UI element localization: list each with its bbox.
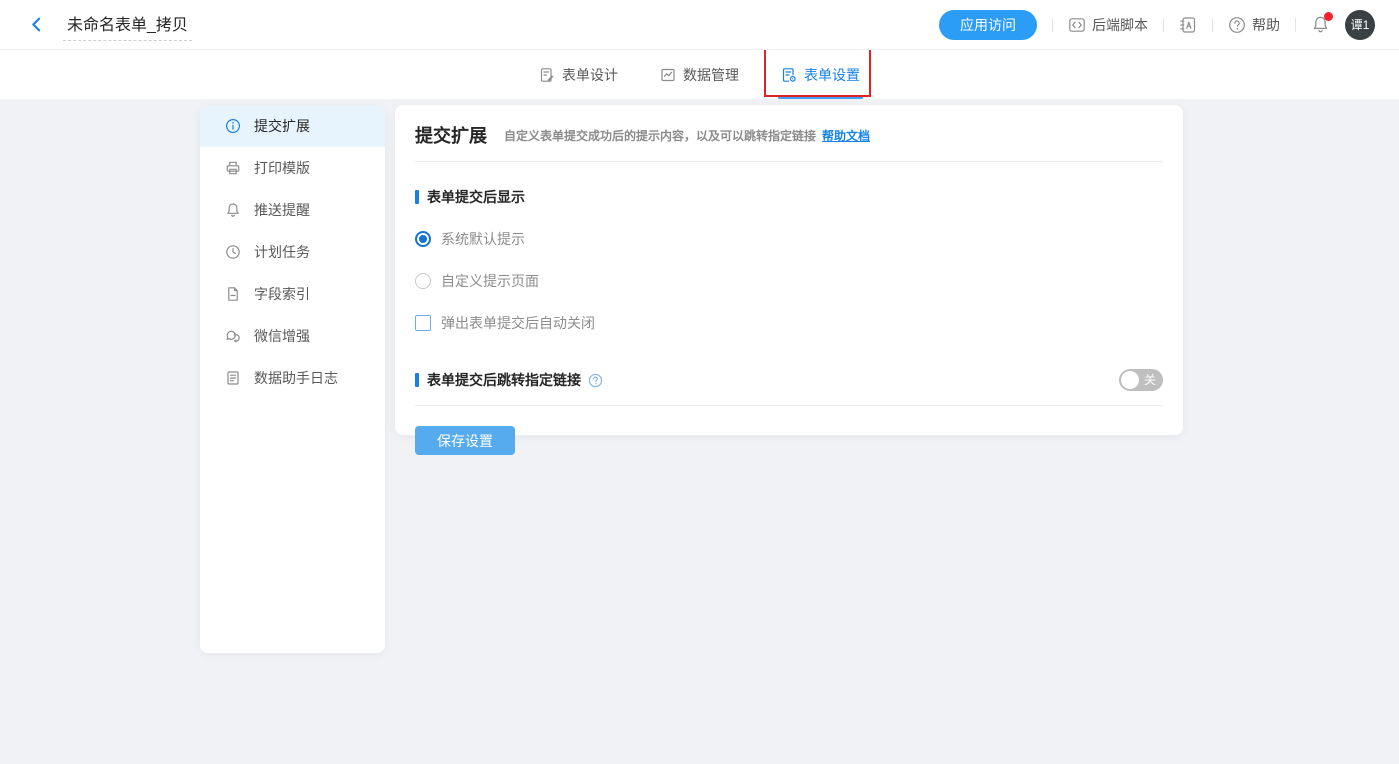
printer-icon xyxy=(225,160,241,176)
help-doc-link[interactable]: 帮助文档 xyxy=(822,127,870,144)
sidebar-item-print-template[interactable]: 打印模版 xyxy=(200,147,385,189)
checkbox-icon[interactable] xyxy=(415,315,431,331)
sidebar-item-label: 计划任务 xyxy=(254,242,310,262)
section-bar xyxy=(415,190,419,204)
sidebar-item-label: 数据助手日志 xyxy=(254,368,338,388)
radio-unselected-icon[interactable] xyxy=(415,273,431,289)
app-access-button[interactable]: 应用访问 xyxy=(939,10,1037,40)
divider xyxy=(415,161,1163,162)
tab-label: 表单设计 xyxy=(562,65,618,85)
panel-title: 提交扩展 xyxy=(415,122,487,148)
panel-subtitle: 自定义表单提交成功后的提示内容，以及可以跳转指定链接 xyxy=(504,127,816,144)
redirect-section-row: 表单提交后跳转指定链接 关 xyxy=(415,369,1163,391)
page-content: 提交扩展 打印模版 推送提醒 计划任务 字段索引 xyxy=(0,99,1399,764)
active-tab-underline xyxy=(778,96,863,99)
sidebar-item-label: 打印模版 xyxy=(254,158,310,178)
toggle-state-label: 关 xyxy=(1144,369,1156,391)
question-circle-icon[interactable] xyxy=(588,373,603,388)
radio-label: 自定义提示页面 xyxy=(441,271,539,291)
top-header: 未命名表单_拷贝 应用访问 后端脚本 帮助 xyxy=(0,0,1399,50)
avatar[interactable]: 谭1 xyxy=(1345,10,1375,40)
radio-selected-icon[interactable] xyxy=(415,231,431,247)
panel-header: 提交扩展 自定义表单提交成功后的提示内容，以及可以跳转指定链接 帮助文档 xyxy=(415,122,1163,148)
address-book-button[interactable] xyxy=(1179,16,1197,34)
clock-icon xyxy=(225,244,241,260)
wechat-icon xyxy=(225,328,241,344)
radio-label: 系统默认提示 xyxy=(441,229,525,249)
radio-custom-page[interactable]: 自定义提示页面 xyxy=(415,271,1163,291)
section-bar xyxy=(415,373,419,387)
tab-form-settings[interactable]: 表单设置 xyxy=(781,50,860,99)
redirect-section-title: 表单提交后跳转指定链接 xyxy=(415,370,603,390)
radio-system-default[interactable]: 系统默认提示 xyxy=(415,229,1163,249)
divider xyxy=(1212,18,1213,32)
checkbox-auto-close[interactable]: 弹出表单提交后自动关闭 xyxy=(415,313,1163,333)
code-icon xyxy=(1068,16,1086,34)
sidebar-item-wechat-enhance[interactable]: 微信增强 xyxy=(200,315,385,357)
divider xyxy=(415,405,1163,406)
header-actions: 应用访问 后端脚本 帮助 谭1 xyxy=(939,10,1375,40)
sidebar-item-label: 推送提醒 xyxy=(254,200,310,220)
info-circle-icon xyxy=(225,118,241,134)
display-section-title: 表单提交后显示 xyxy=(415,187,1163,207)
form-settings-icon xyxy=(781,67,797,83)
sidebar-item-field-index[interactable]: 字段索引 xyxy=(200,273,385,315)
sidebar-item-label: 微信增强 xyxy=(254,326,310,346)
help-label: 帮助 xyxy=(1252,15,1280,35)
log-icon xyxy=(225,370,241,386)
backend-script-label: 后端脚本 xyxy=(1092,15,1148,35)
notification-dot xyxy=(1324,12,1333,21)
tab-bar: 表单设计 数据管理 表单设置 xyxy=(0,50,1399,99)
section-title-text: 表单提交后跳转指定链接 xyxy=(427,370,581,390)
redirect-toggle-off[interactable]: 关 xyxy=(1119,369,1163,391)
toggle-knob xyxy=(1121,371,1139,389)
sidebar-item-label: 提交扩展 xyxy=(254,116,310,136)
checkbox-label: 弹出表单提交后自动关闭 xyxy=(441,313,595,333)
save-settings-button[interactable]: 保存设置 xyxy=(415,426,515,455)
chevron-left-icon xyxy=(28,16,45,33)
tab-form-design[interactable]: 表单设计 xyxy=(539,50,618,99)
file-icon xyxy=(225,286,241,302)
tab-label: 表单设置 xyxy=(804,65,860,85)
data-manage-icon xyxy=(660,67,676,83)
section-title-text: 表单提交后显示 xyxy=(427,187,525,207)
sidebar-item-submit-extension[interactable]: 提交扩展 xyxy=(200,105,385,147)
sidebar-item-data-assistant-log[interactable]: 数据助手日志 xyxy=(200,357,385,399)
backend-script-button[interactable]: 后端脚本 xyxy=(1068,15,1148,35)
sidebar-item-scheduled-tasks[interactable]: 计划任务 xyxy=(200,231,385,273)
divider xyxy=(1163,18,1164,32)
address-book-icon xyxy=(1179,16,1197,34)
submit-extension-panel: 提交扩展 自定义表单提交成功后的提示内容，以及可以跳转指定链接 帮助文档 表单提… xyxy=(395,105,1183,435)
sidebar-item-push-reminder[interactable]: 推送提醒 xyxy=(200,189,385,231)
question-circle-icon xyxy=(1228,16,1246,34)
divider xyxy=(1295,18,1296,32)
help-button[interactable]: 帮助 xyxy=(1228,15,1280,35)
sidebar-item-label: 字段索引 xyxy=(254,284,310,304)
form-title[interactable]: 未命名表单_拷贝 xyxy=(63,9,192,41)
notification-button[interactable] xyxy=(1311,15,1330,34)
settings-sidebar: 提交扩展 打印模版 推送提醒 计划任务 字段索引 xyxy=(200,105,385,653)
back-button[interactable] xyxy=(28,16,45,33)
form-design-icon xyxy=(539,67,555,83)
divider xyxy=(1052,18,1053,32)
tab-data-manage[interactable]: 数据管理 xyxy=(660,50,739,99)
tab-label: 数据管理 xyxy=(683,65,739,85)
bell-icon xyxy=(225,202,241,218)
